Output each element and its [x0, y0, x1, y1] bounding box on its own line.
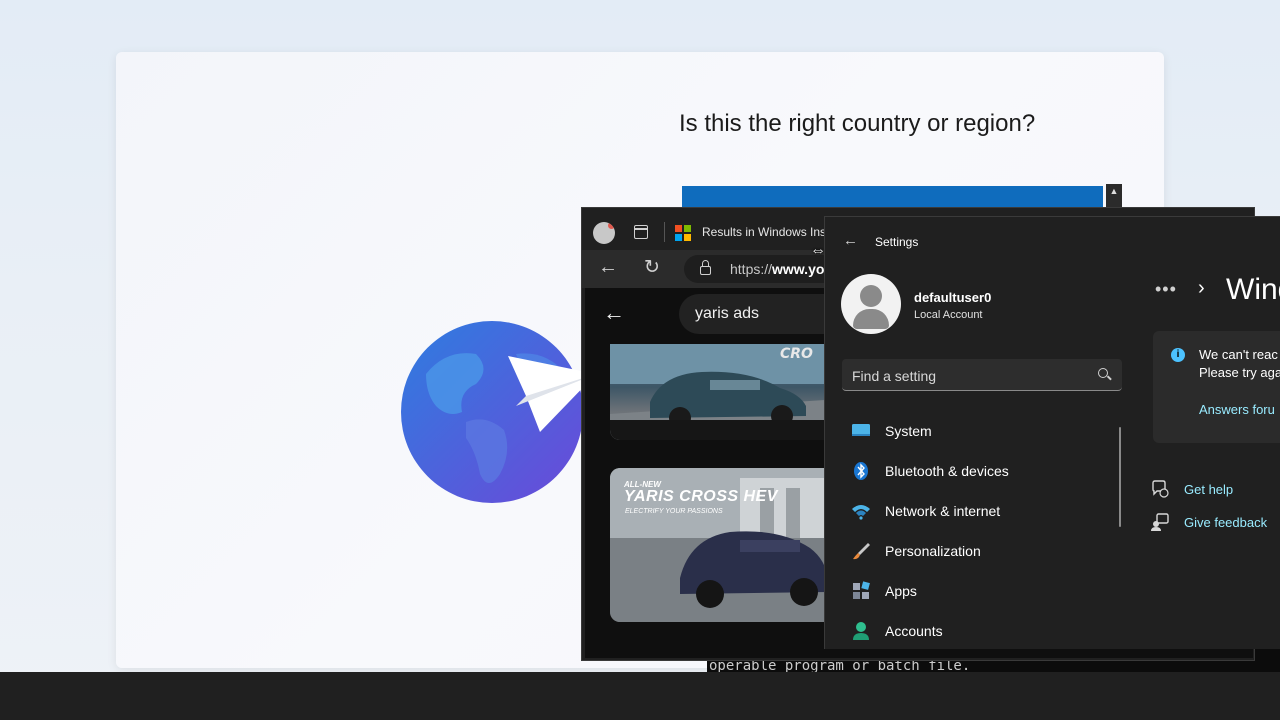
oobe-question-title: Is this the right country or region? [679, 110, 1036, 137]
lock-icon[interactable] [700, 260, 711, 275]
globe-illustration [396, 314, 606, 514]
info-message-line1: We can't reac [1199, 347, 1278, 362]
microsoft-logo-icon [675, 225, 691, 241]
info-card: i We can't reac Please try aga Answers f… [1153, 331, 1280, 443]
get-help-link[interactable]: Get help [1184, 482, 1233, 497]
sidebar-item-apps[interactable]: Apps [842, 573, 1112, 609]
sidebar-item-label: System [885, 423, 932, 439]
user-name: defaultuser0 [914, 290, 992, 305]
thumbnail-1-overlay-text: CRO [780, 346, 813, 362]
sidebar-item-label: Apps [885, 583, 917, 599]
accounts-icon [853, 622, 869, 640]
account-type: Local Account [914, 309, 983, 321]
tab-actions-icon[interactable] [634, 225, 648, 239]
info-icon: i [1171, 348, 1185, 362]
globe-icon [401, 321, 596, 503]
answers-forum-link[interactable]: Answers foru [1199, 402, 1275, 417]
titlebar-divider [664, 222, 665, 242]
avatar-head [860, 285, 882, 307]
apps-icon [853, 581, 870, 599]
video-card-1-footer [610, 420, 840, 440]
nav-scrollbar[interactable] [1119, 427, 1121, 527]
give-feedback-link[interactable]: Give feedback [1184, 515, 1267, 530]
profile-notification-dot [608, 222, 615, 229]
search-back-arrow-icon[interactable]: ← [603, 300, 625, 326]
wifi-icon [852, 505, 870, 520]
profile-avatar-icon[interactable] [593, 222, 615, 244]
sidebar-item-system[interactable]: System [842, 413, 1112, 449]
sidebar-item-label: Network & internet [885, 503, 1001, 519]
info-message-line2: Please try aga [1199, 365, 1280, 380]
page-title: Wind [1226, 273, 1280, 306]
user-avatar[interactable] [841, 274, 901, 334]
thumbnail-2-title: YARIS CROSS HEV [624, 488, 778, 505]
video-thumbnail-2[interactable]: ALL-NEW YARIS CROSS HEV ELECTRIFY YOUR P… [610, 468, 840, 622]
find-setting-input[interactable]: Find a setting [842, 359, 1122, 391]
search-icon[interactable] [1098, 368, 1108, 378]
resize-cursor-icon: ⇔ [810, 242, 826, 259]
bluetooth-icon [854, 462, 868, 480]
find-setting-placeholder: Find a setting [852, 368, 937, 384]
sidebar-item-network[interactable]: Network & internet [842, 493, 1112, 529]
refresh-icon[interactable]: ↻ [644, 256, 660, 279]
system-icon [852, 424, 870, 436]
sidebar-item-personalization[interactable]: Personalization [842, 533, 1112, 569]
tab-title[interactable]: Results in Windows Ins [702, 225, 826, 239]
thumbnail-2-subtitle: ELECTRIFY YOUR PASSIONS [625, 508, 723, 515]
settings-title: Settings [875, 235, 919, 249]
sidebar-item-label: Bluetooth & devices [885, 463, 1009, 479]
sidebar-item-label: Accounts [885, 623, 943, 639]
back-arrow-icon[interactable]: ← [598, 256, 618, 279]
url-scheme: https:// [730, 261, 773, 277]
settings-back-arrow-icon[interactable]: ← [843, 232, 858, 249]
sidebar-item-accounts[interactable]: Accounts [842, 613, 1112, 649]
give-feedback-icon[interactable] [1151, 513, 1169, 531]
sidebar-item-bluetooth[interactable]: Bluetooth & devices [842, 453, 1112, 489]
get-help-icon[interactable] [1151, 480, 1169, 498]
brush-icon [853, 543, 870, 560]
search-query-text: yaris ads [695, 305, 760, 322]
avatar-body [853, 309, 889, 329]
sidebar-item-label: Personalization [885, 543, 981, 559]
address-bar-url: https://www.yo [730, 261, 824, 277]
taskbar [0, 672, 1280, 720]
settings-window: ← Settings defaultuser0 Local Account Fi… [824, 216, 1280, 649]
breadcrumb-chevron-icon: › [1198, 277, 1205, 299]
url-host: www.yo [772, 261, 825, 277]
more-options-icon[interactable]: ••• [1155, 279, 1177, 300]
